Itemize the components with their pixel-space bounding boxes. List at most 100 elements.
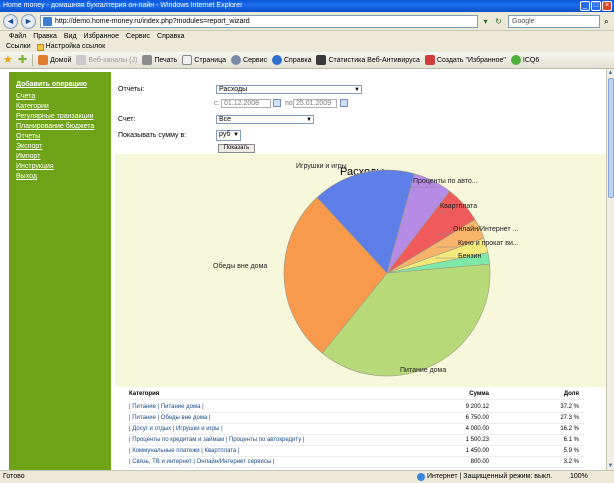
cell-category[interactable]: | Связь, ТВ и интернет | Онлайн/Интернет… xyxy=(129,457,274,468)
favorites-folder-icon xyxy=(424,55,435,65)
page-icon xyxy=(182,55,193,65)
date-from-field[interactable]: 01.12.2008 xyxy=(221,99,271,108)
show-button[interactable]: Показать xyxy=(218,144,255,153)
security-zone[interactable]: Интернет | Защищенный режим: выкл. xyxy=(417,471,552,483)
header-sum: Сумма xyxy=(469,391,489,397)
chart-panel: Расходы Питание дома Обеды вне дома Игрушк… xyxy=(115,154,606,387)
links-item[interactable]: Настройка ссылок xyxy=(36,42,105,52)
table-header-row: Категория Сумма Доля xyxy=(129,389,584,400)
back-button[interactable]: ◄ xyxy=(3,14,18,29)
address-url: http://demo.home-money.ru/index.php?modu… xyxy=(55,18,250,25)
sidebar-item-categories[interactable]: Категории xyxy=(9,102,111,112)
command-toolbar: ★ ✚ Домой Веб-каналы (J) Печать Страница… xyxy=(0,52,614,69)
cell-category[interactable]: | Коммунальные платежи | Квартплата | xyxy=(129,446,240,457)
menu-file[interactable]: Файл xyxy=(9,31,26,42)
icq-label: ICQ6 xyxy=(522,56,540,64)
cell-share: 16.2 % xyxy=(560,426,579,432)
pie-slice-label: Бензин xyxy=(458,253,482,260)
account-select[interactable]: Все ▼ xyxy=(216,115,314,124)
tools-button[interactable]: Сервис xyxy=(231,55,267,65)
page-button[interactable]: Страница xyxy=(182,55,226,65)
sidebar-item-import[interactable]: Импорт xyxy=(9,152,111,162)
icq-flower-icon xyxy=(510,55,521,65)
gear-icon xyxy=(231,55,242,65)
table-row: | Проценты по кредитам и займам | Процен… xyxy=(129,435,584,446)
sidebar: Добавить операцию Счета Категории Регуля… xyxy=(9,72,111,470)
menu-edit[interactable]: Правка xyxy=(33,31,57,42)
refresh-icon[interactable]: ↻ xyxy=(493,15,504,28)
menu-favorites[interactable]: Избранное xyxy=(84,31,119,42)
cell-category[interactable]: | Досуг и отдых | Игрушки и игры | xyxy=(129,424,223,435)
page-label: Страница xyxy=(194,56,227,64)
date-to-field[interactable]: 25.01.2009 xyxy=(293,99,337,108)
print-label: Печать xyxy=(154,56,178,64)
sidebar-item-regular-transactions[interactable]: Регулярные транзакции xyxy=(9,112,111,122)
link-page-icon xyxy=(36,43,44,51)
favorites-star-icon[interactable]: ★ xyxy=(3,54,13,66)
calendar-icon[interactable] xyxy=(273,99,281,107)
help-button[interactable]: Справка xyxy=(272,55,311,65)
header-category: Категория xyxy=(129,391,160,397)
links-label: Ссылки xyxy=(6,43,31,50)
sidebar-item-accounts[interactable]: Счета xyxy=(9,92,111,102)
feeds-label: Веб-каналы (J) xyxy=(88,56,138,64)
cell-share: 6.1 % xyxy=(563,437,579,443)
cell-category[interactable]: | Питание | Питание дома | xyxy=(129,402,204,413)
close-button[interactable]: × xyxy=(602,1,612,11)
icq-button[interactable]: ICQ6 xyxy=(510,55,540,65)
antivirus-icon xyxy=(316,55,327,65)
home-icon xyxy=(38,55,49,65)
table-row: | Коммунальные платежи | Квартплата | 1 4… xyxy=(129,446,584,457)
page-content: Добавить операцию Счета Категории Регуля… xyxy=(0,69,606,470)
add-favorite-icon[interactable]: ✚ xyxy=(18,54,27,66)
cell-share: 5.9 % xyxy=(563,448,579,454)
sidebar-item-add-operation[interactable]: Добавить операцию xyxy=(9,80,111,90)
sidebar-item-logout[interactable]: Выход xyxy=(9,172,111,182)
sidebar-item-instruction[interactable]: Инструкция xyxy=(9,162,111,172)
maximize-button[interactable]: □ xyxy=(591,1,601,11)
menu-bar: Файл Правка Вид Избранное Сервис Справка xyxy=(0,31,614,42)
currency-select[interactable]: руб ▼ xyxy=(216,130,241,141)
menu-help[interactable]: Справка xyxy=(157,31,184,42)
report-select[interactable]: Расходы ▼ xyxy=(216,85,362,94)
currency-label: Показывать сумму в: xyxy=(118,132,187,139)
zone-text: Интернет | Защищенный режим: выкл. xyxy=(427,473,553,480)
sidebar-item-reports[interactable]: Отчеты xyxy=(9,132,111,142)
cell-share: 37.2 % xyxy=(560,404,579,410)
create-favorites-button[interactable]: Создать "Избранное" xyxy=(424,55,506,65)
scroll-down-icon[interactable]: ▼ xyxy=(607,462,614,470)
back-arrow-icon: ◄ xyxy=(6,16,15,26)
feeds-icon xyxy=(76,55,87,65)
address-bar[interactable]: http://demo.home-money.ru/index.php?modu… xyxy=(40,15,478,28)
zoom-level[interactable]: 100% xyxy=(570,471,588,483)
search-input[interactable]: Google xyxy=(508,15,600,28)
search-icon[interactable]: ⌕ xyxy=(601,15,612,28)
date-to-value: 25.01.2009 xyxy=(296,100,332,107)
vertical-scrollbar[interactable]: ▲ ▼ xyxy=(606,69,614,470)
address-dropdown-icon[interactable]: ▾ xyxy=(480,15,491,28)
scroll-up-icon[interactable]: ▲ xyxy=(607,69,614,77)
cell-category[interactable]: | Проценты по кредитам и займам | Процен… xyxy=(129,435,304,446)
feeds-button[interactable]: Веб-каналы (J) xyxy=(76,55,137,65)
sidebar-item-export[interactable]: Экспорт xyxy=(9,142,111,152)
sidebar-item-budget-planning[interactable]: Планирование бюджета xyxy=(9,122,111,132)
minimize-button[interactable]: _ xyxy=(580,1,590,11)
printer-icon xyxy=(142,55,153,65)
menu-view[interactable]: Вид xyxy=(64,31,77,42)
cell-category[interactable]: | Питание | Обеды вне дома | xyxy=(129,413,211,424)
pie-slice-label: Питание дома xyxy=(400,367,447,374)
home-button[interactable]: Домой xyxy=(38,55,71,65)
cell-sum: 800.00 xyxy=(470,459,489,465)
pie-slice-label: Проценты по авто... xyxy=(413,178,478,185)
antivirus-stats-label: Статистика Веб-Антивируса xyxy=(328,56,420,64)
antivirus-stats-button[interactable]: Статистика Веб-Антивируса xyxy=(316,55,420,65)
table-row: | Питание | Питание дома | 9 200.12 37.2 % xyxy=(129,402,584,413)
scroll-thumb[interactable] xyxy=(608,78,614,198)
cell-share: 3.2 % xyxy=(563,459,579,465)
status-bar: Готово Интернет | Защищенный режим: выкл… xyxy=(0,470,614,483)
calendar-icon[interactable] xyxy=(340,99,348,107)
forward-button[interactable]: ► xyxy=(21,14,36,29)
print-button[interactable]: Печать xyxy=(142,55,177,65)
address-row: ◄ ► http://demo.home-money.ru/index.php?… xyxy=(0,12,614,31)
menu-tools[interactable]: Сервис xyxy=(126,31,150,42)
